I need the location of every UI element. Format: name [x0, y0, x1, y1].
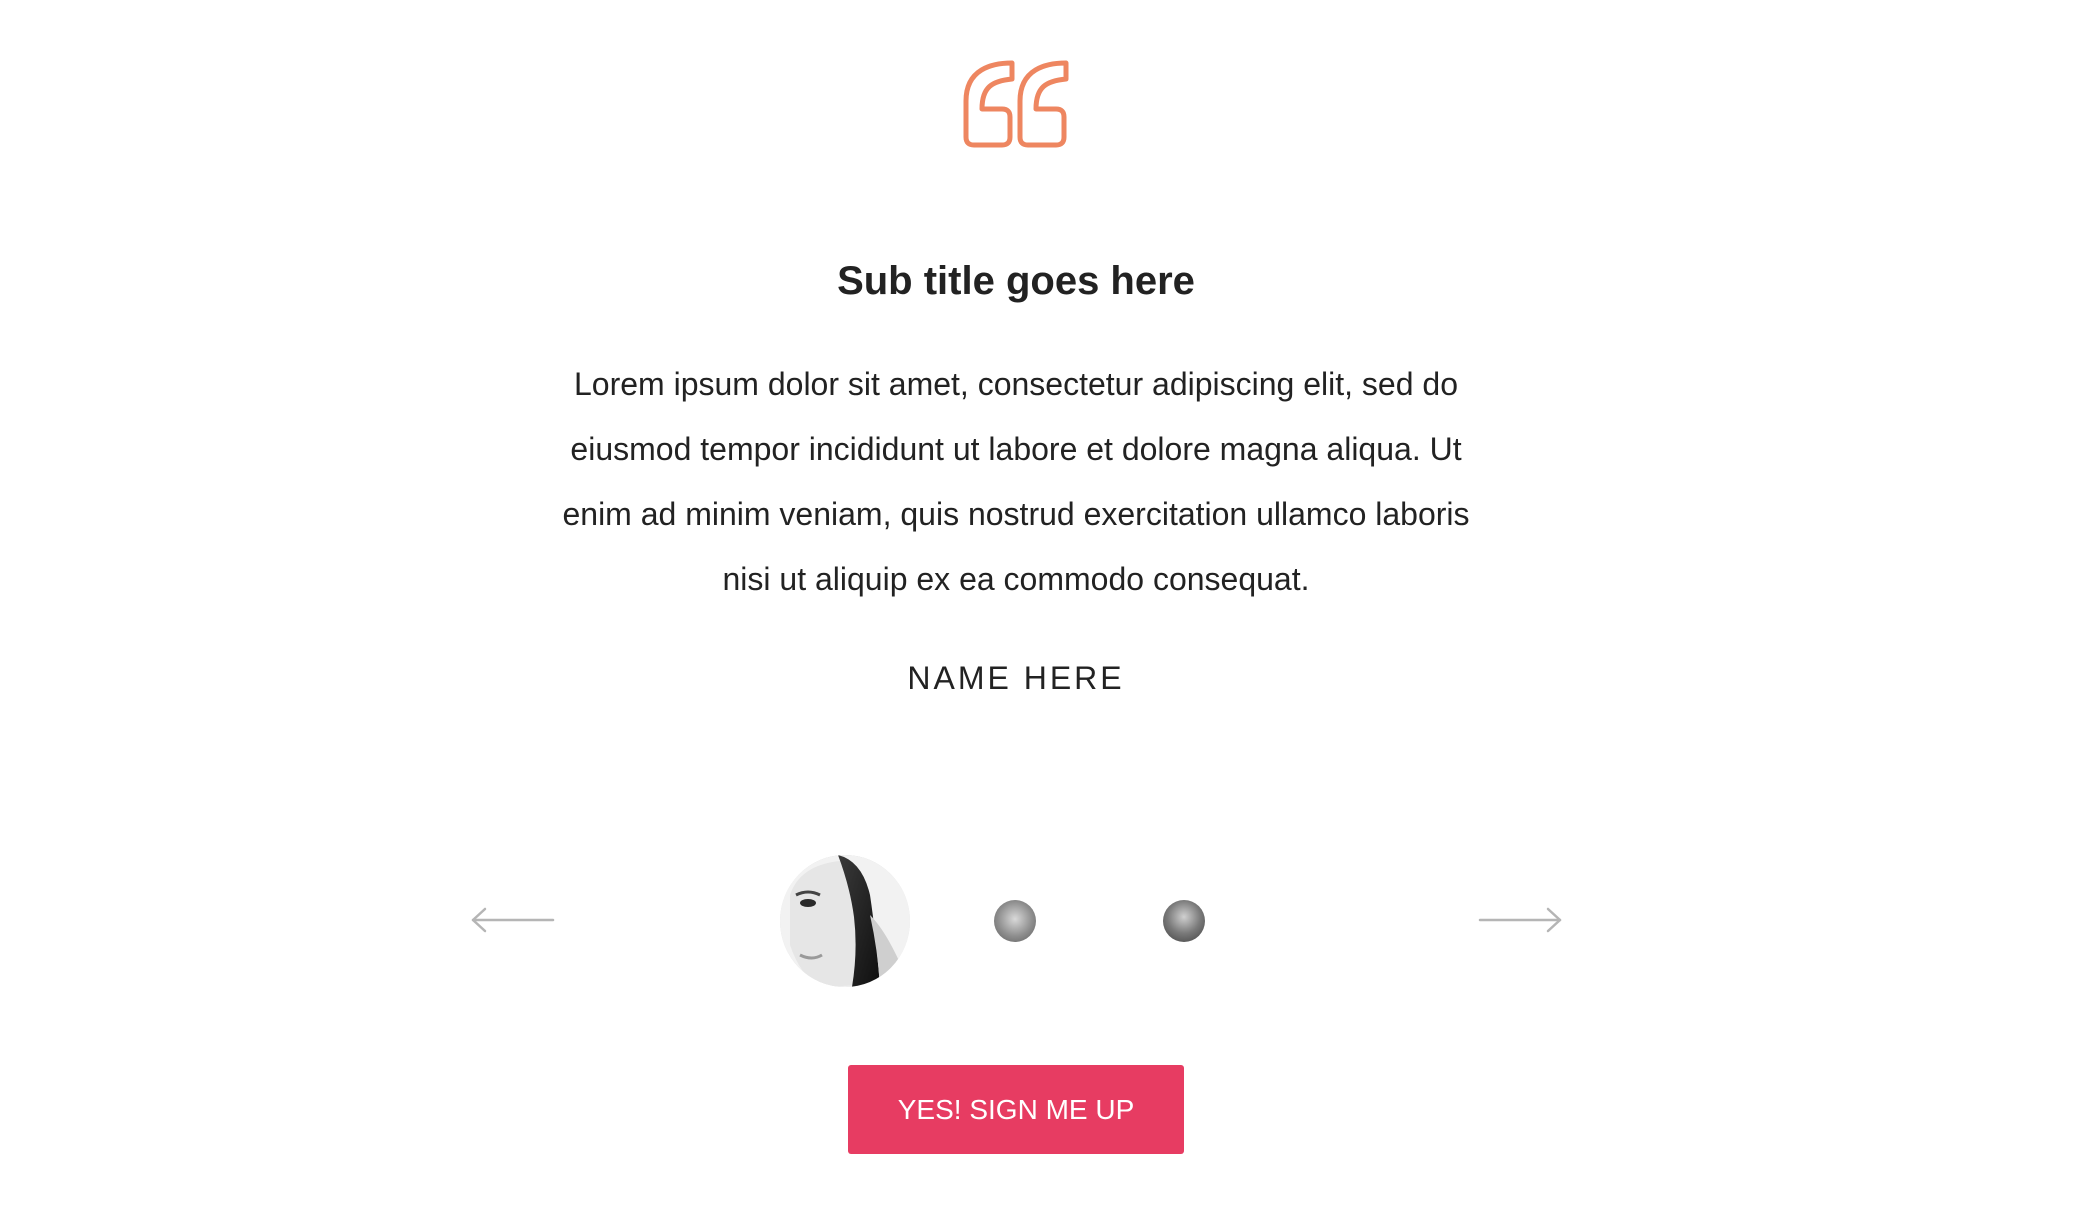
arrow-left-icon — [471, 907, 555, 933]
avatar-thumbnail[interactable] — [1163, 900, 1205, 942]
quote-icon — [962, 57, 1070, 149]
avatar-active[interactable] — [780, 855, 910, 987]
sign-up-button[interactable]: YES! SIGN ME UP — [848, 1065, 1184, 1154]
carousel-next-button[interactable] — [1478, 905, 1562, 935]
avatar-thumbnail[interactable] — [994, 900, 1036, 942]
arrow-right-icon — [1478, 907, 1562, 933]
portrait-woman-image — [780, 855, 910, 987]
carousel-prev-button[interactable] — [471, 905, 555, 935]
testimonial-subtitle: Sub title goes here — [837, 259, 1195, 303]
testimonial-author-name: NAME HERE — [907, 660, 1125, 696]
testimonial-body: Lorem ipsum dolor sit amet, consectetur … — [562, 366, 1470, 597]
